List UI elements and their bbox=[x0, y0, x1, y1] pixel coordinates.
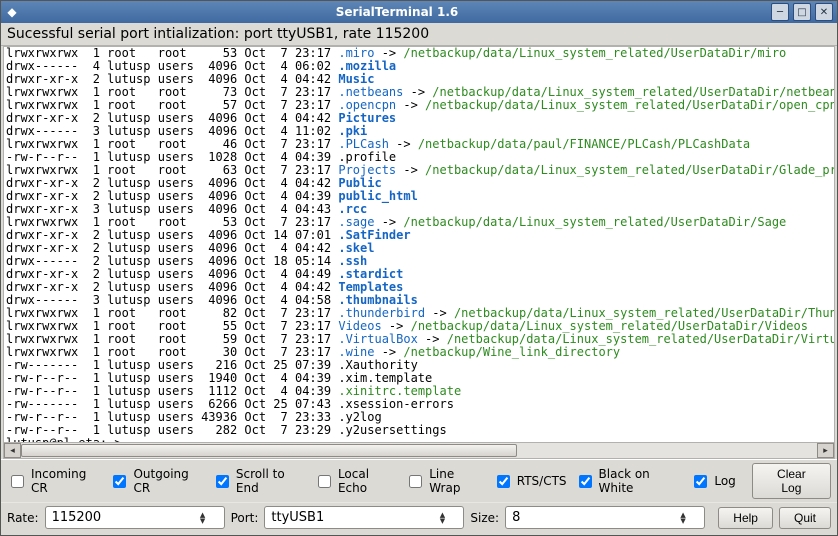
rate-combo[interactable]: ▲▼ bbox=[45, 506, 225, 529]
help-button[interactable]: Help bbox=[718, 507, 773, 529]
scroll-right-button[interactable]: ▸ bbox=[817, 443, 834, 458]
window-title: SerialTerminal 1.6 bbox=[23, 5, 771, 19]
title-bar: ◆ SerialTerminal 1.6 ─ □ ✕ bbox=[1, 1, 837, 23]
outgoing-cr-checkbox[interactable]: Outgoing CR bbox=[109, 467, 203, 495]
rate-label: Rate: bbox=[7, 511, 39, 525]
port-combo[interactable]: ▲▼ bbox=[264, 506, 464, 529]
black-on-white-checkbox[interactable]: Black on White bbox=[575, 467, 683, 495]
spinner-icon[interactable]: ▲▼ bbox=[198, 512, 208, 524]
h-scrollbar[interactable]: ◂ ▸ bbox=[4, 442, 834, 458]
port-input[interactable] bbox=[269, 509, 433, 526]
scroll-left-button[interactable]: ◂ bbox=[4, 443, 21, 458]
maximize-button[interactable]: □ bbox=[793, 3, 811, 21]
scroll-to-end-checkbox[interactable]: Scroll to End bbox=[212, 467, 306, 495]
minimize-button[interactable]: ─ bbox=[771, 3, 789, 21]
size-label: Size: bbox=[470, 511, 499, 525]
scroll-thumb[interactable] bbox=[21, 444, 517, 457]
quit-button[interactable]: Quit bbox=[779, 507, 831, 529]
spinner-icon[interactable]: ▲▼ bbox=[678, 512, 688, 524]
line-wrap-checkbox[interactable]: Line Wrap bbox=[405, 467, 485, 495]
size-combo[interactable]: ▲▼ bbox=[505, 506, 705, 529]
size-input[interactable] bbox=[510, 509, 674, 526]
rate-input[interactable] bbox=[50, 509, 194, 526]
options-toolbar: Incoming CR Outgoing CR Scroll to End Lo… bbox=[1, 459, 837, 502]
status-bar: Sucessful serial port intialization: por… bbox=[1, 23, 837, 46]
terminal-panel: lrwxrwxrwx 1 root root 53 Oct 7 23:17 .m… bbox=[3, 46, 835, 459]
rts-cts-checkbox[interactable]: RTS/CTS bbox=[493, 472, 567, 491]
clear-log-button[interactable]: Clear Log bbox=[752, 463, 831, 499]
app-icon: ◆ bbox=[1, 5, 23, 19]
scroll-track[interactable] bbox=[21, 444, 817, 457]
spinner-icon[interactable]: ▲▼ bbox=[437, 512, 447, 524]
port-label: Port: bbox=[231, 511, 259, 525]
incoming-cr-checkbox[interactable]: Incoming CR bbox=[7, 467, 101, 495]
terminal-output[interactable]: lrwxrwxrwx 1 root root 53 Oct 7 23:17 .m… bbox=[4, 47, 834, 442]
connection-toolbar: Rate: ▲▼ Port: ▲▼ Size: ▲▼ Help Quit bbox=[1, 502, 837, 535]
close-button[interactable]: ✕ bbox=[815, 3, 833, 21]
app-window: ◆ SerialTerminal 1.6 ─ □ ✕ Sucessful ser… bbox=[0, 0, 838, 536]
local-echo-checkbox[interactable]: Local Echo bbox=[314, 467, 397, 495]
log-checkbox[interactable]: Log bbox=[690, 472, 735, 491]
